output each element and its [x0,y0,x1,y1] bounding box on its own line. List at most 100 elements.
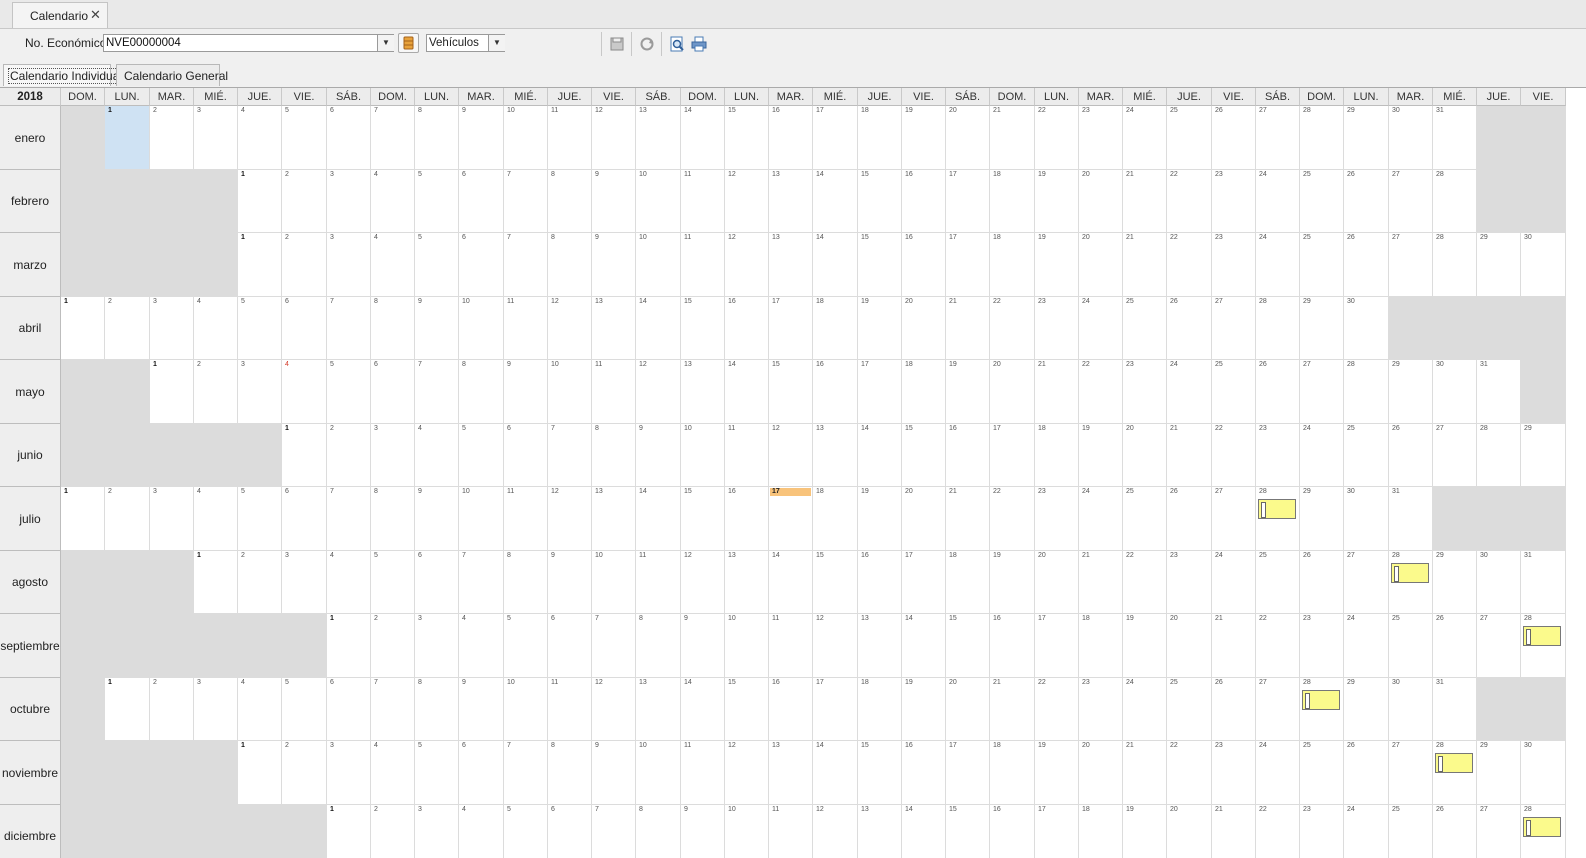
day-cell[interactable]: 22 [1212,424,1256,487]
day-cell[interactable]: 24 [1079,487,1123,551]
day-cell[interactable]: 3 [238,360,282,424]
day-cell[interactable]: 9 [459,106,504,170]
day-cell[interactable]: 31 [1389,487,1433,551]
day-cell[interactable]: 14 [636,487,681,551]
day-cell[interactable]: 10 [636,741,681,805]
day-cell[interactable]: 26 [1344,233,1389,297]
day-cell[interactable]: 6 [415,551,459,614]
day-cell[interactable]: 26 [1344,741,1389,805]
day-cell[interactable]: 11 [548,106,592,170]
day-cell[interactable]: 9 [504,360,548,424]
day-cell[interactable]: 15 [946,805,990,858]
day-cell[interactable]: 19 [946,360,990,424]
day-cell[interactable]: 22 [1123,551,1167,614]
day-cell[interactable]: 12 [548,487,592,551]
day-cell[interactable]: 25 [1123,297,1167,360]
day-cell[interactable]: 21 [1035,360,1079,424]
economic-number-combobox[interactable]: NVE00000004 ▼ [103,34,394,52]
day-cell[interactable]: 1 [61,487,105,551]
day-cell[interactable]: 15 [725,106,769,170]
calendar-event[interactable] [1302,690,1340,710]
day-cell[interactable]: 12 [725,170,769,233]
day-cell[interactable]: 27 [1389,233,1433,297]
day-cell[interactable]: 28 [1300,678,1344,741]
day-cell[interactable]: 4 [371,233,415,297]
day-cell[interactable]: 13 [592,487,636,551]
day-cell[interactable]: 25 [1212,360,1256,424]
day-cell[interactable]: 2 [150,106,194,170]
day-cell[interactable]: 15 [681,297,725,360]
day-cell[interactable]: 13 [636,106,681,170]
day-cell[interactable]: 31 [1477,360,1521,424]
day-cell[interactable]: 2 [282,741,327,805]
day-cell[interactable]: 2 [150,678,194,741]
day-cell[interactable]: 16 [725,297,769,360]
close-icon[interactable]: ✕ [90,7,101,23]
day-cell[interactable]: 24 [1079,297,1123,360]
day-cell[interactable]: 25 [1123,487,1167,551]
day-cell[interactable]: 27 [1477,805,1521,858]
calendar-document-tab[interactable]: Calendario ✕ [12,2,108,28]
day-cell[interactable]: 10 [636,233,681,297]
day-cell[interactable]: 12 [725,741,769,805]
day-cell[interactable]: 7 [327,297,371,360]
day-cell[interactable]: 28 [1256,487,1300,551]
day-cell[interactable]: 25 [1344,424,1389,487]
entity-type-select[interactable]: Vehículos ▼ [426,34,505,52]
day-cell[interactable]: 2 [105,487,150,551]
database-button[interactable] [398,33,419,53]
day-cell[interactable]: 16 [813,360,858,424]
day-cell[interactable]: 23 [1300,614,1344,678]
day-cell[interactable]: 2 [327,424,371,487]
day-cell[interactable]: 23 [1035,487,1079,551]
day-cell[interactable]: 21 [990,678,1035,741]
day-cell[interactable]: 8 [592,424,636,487]
day-cell[interactable]: 6 [459,170,504,233]
day-cell[interactable]: 1 [150,360,194,424]
day-cell[interactable]: 4 [238,106,282,170]
day-cell[interactable]: 16 [902,741,946,805]
day-cell[interactable]: 24 [1123,106,1167,170]
day-cell[interactable]: 7 [371,678,415,741]
tab-individual-calendar[interactable]: Calendario Individual [3,64,125,86]
day-cell[interactable]: 19 [902,678,946,741]
day-cell[interactable]: 20 [946,678,990,741]
day-cell[interactable]: 27 [1256,678,1300,741]
day-cell[interactable]: 23 [1212,170,1256,233]
day-cell[interactable]: 9 [681,614,725,678]
day-cell[interactable]: 15 [858,741,902,805]
day-cell[interactable]: 24 [1256,170,1300,233]
day-cell[interactable]: 22 [1256,805,1300,858]
day-cell[interactable]: 23 [1212,741,1256,805]
day-cell[interactable]: 5 [282,106,327,170]
day-cell[interactable]: 11 [769,614,813,678]
day-cell[interactable]: 13 [681,360,725,424]
day-cell[interactable]: 7 [592,805,636,858]
day-cell[interactable]: 4 [282,360,327,424]
day-cell[interactable]: 23 [1035,297,1079,360]
save-button[interactable] [608,35,626,53]
chevron-down-icon[interactable]: ▼ [488,35,505,51]
day-cell[interactable]: 12 [592,106,636,170]
day-cell[interactable]: 21 [946,487,990,551]
day-cell[interactable]: 5 [327,360,371,424]
day-cell[interactable]: 8 [636,614,681,678]
day-cell[interactable]: 29 [1300,297,1344,360]
day-cell[interactable]: 12 [813,614,858,678]
day-cell[interactable]: 8 [636,805,681,858]
day-cell[interactable]: 19 [858,487,902,551]
day-cell[interactable]: 7 [371,106,415,170]
day-cell[interactable]: 30 [1389,106,1433,170]
day-cell[interactable]: 25 [1300,741,1344,805]
day-cell[interactable]: 5 [415,741,459,805]
day-cell[interactable]: 9 [548,551,592,614]
day-cell[interactable]: 23 [1123,360,1167,424]
day-cell[interactable]: 16 [769,106,813,170]
day-cell[interactable]: 1 [282,424,327,487]
day-cell[interactable]: 20 [1079,233,1123,297]
day-cell[interactable]: 22 [1167,233,1212,297]
day-cell[interactable]: 6 [459,741,504,805]
day-cell[interactable]: 5 [415,233,459,297]
day-cell[interactable]: 24 [1123,678,1167,741]
day-cell[interactable]: 20 [1079,170,1123,233]
